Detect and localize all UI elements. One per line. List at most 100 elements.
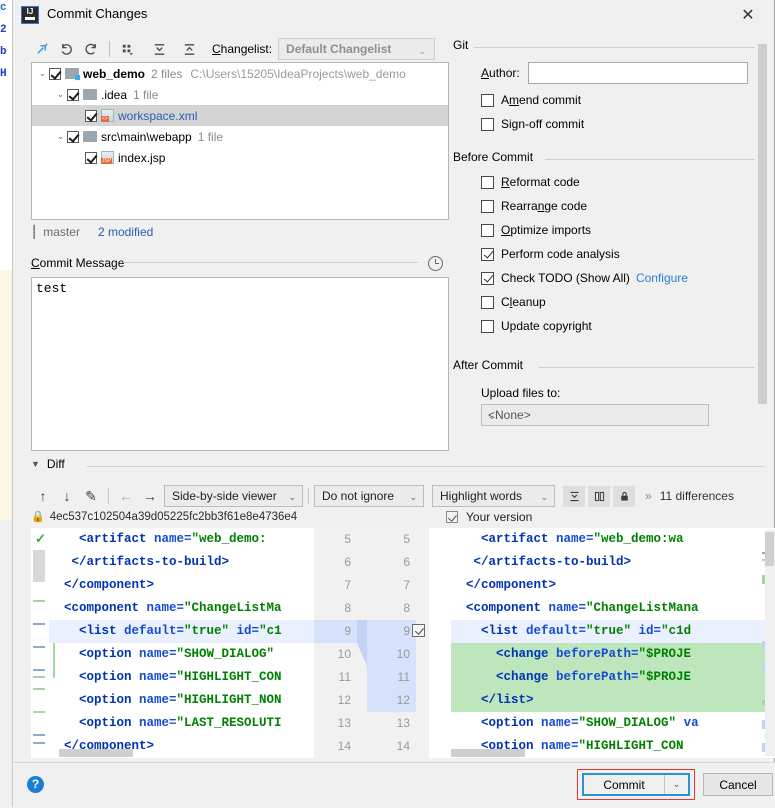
edit-source-icon[interactable]: ✎	[79, 485, 103, 507]
checkbox[interactable]	[67, 88, 79, 101]
close-icon[interactable]: ✕	[734, 3, 762, 29]
arrow-left-icon[interactable]: ←	[114, 485, 138, 507]
perform-code-analysis-label: Perform code analysis	[501, 247, 620, 261]
diff-line: </component>	[451, 578, 557, 592]
rollback-icon[interactable]	[79, 38, 101, 60]
viewer-mode-dropdown[interactable]: Side-by-side viewer ⌄	[164, 485, 303, 507]
diff-connector-band	[357, 528, 367, 758]
chevron-down-icon[interactable]: ⌄	[54, 89, 67, 100]
tree-row-idea[interactable]: ⌄ .idea 1 file	[32, 84, 448, 105]
arrow-right-icon[interactable]: →	[138, 485, 162, 507]
jsp-file-icon: JSP	[101, 151, 114, 164]
changed-files-tree[interactable]: ⌄ web_demo 2 files C:\Users\15205\IdeaPr…	[31, 62, 449, 220]
expand-all-icon[interactable]	[148, 38, 170, 60]
diff-line: </artifacts-to-build>	[451, 555, 632, 569]
diff-viewer[interactable]: ✓ <artifact name="web_demo: </artifacts-…	[31, 528, 775, 758]
apply-change-checkbox[interactable]	[412, 624, 425, 637]
reformat-code-option[interactable]: Reformat code	[453, 170, 765, 194]
branch-status-bar: ⎮ master 2 modified	[31, 223, 153, 241]
bg-fragment: H	[0, 68, 7, 80]
checkbox[interactable]	[49, 67, 61, 80]
cleanup-option[interactable]: Cleanup	[453, 290, 765, 314]
commit-button[interactable]: Commit	[584, 775, 664, 794]
bg-fragment: c	[0, 2, 7, 14]
previous-difference-icon[interactable]: ↑	[31, 485, 55, 507]
chevron-down-icon[interactable]: ⌄	[664, 775, 688, 794]
perform-code-analysis-option[interactable]: Perform code analysis	[453, 242, 765, 266]
diff-line: <option name="LAST_RESOLUTI	[49, 716, 282, 730]
optimize-imports-option[interactable]: Optimize imports	[453, 218, 765, 242]
configure-link[interactable]: Configure	[636, 271, 688, 285]
before-commit-section-label: Before Commit	[453, 150, 540, 164]
ignore-mode-dropdown[interactable]: Do not ignore ⌄	[314, 485, 424, 507]
chevron-down-icon[interactable]: ⌄	[54, 131, 67, 142]
tree-row-web-demo[interactable]: ⌄ web_demo 2 files C:\Users\15205\IdeaPr…	[32, 63, 448, 84]
diff-vertical-scrollbar-thumb[interactable]	[765, 532, 774, 566]
cancel-button[interactable]: Cancel	[703, 773, 773, 796]
collapse-unchanged-icon[interactable]	[563, 485, 585, 507]
refresh-changes-icon[interactable]	[31, 38, 53, 60]
tree-row-workspace-xml[interactable]: <> workspace.xml	[32, 105, 448, 126]
checkbox[interactable]	[481, 117, 494, 131]
commit-message-input[interactable]: test	[31, 277, 449, 451]
commit-split-button[interactable]: Commit ⌄	[582, 773, 690, 796]
changelist-dropdown[interactable]: Default Changelist ⌄	[278, 38, 436, 60]
checkbox[interactable]	[481, 199, 494, 213]
synchronize-scroll-icon[interactable]	[588, 485, 610, 507]
sign-off-commit-option[interactable]: Sign-off commit	[453, 112, 765, 136]
diff-left-pane[interactable]: <artifact name="web_demo: </artifacts-to…	[31, 528, 332, 758]
before-commit-section-header: Before Commit	[453, 150, 765, 168]
group-by-icon[interactable]	[116, 38, 138, 60]
checkbox[interactable]	[85, 151, 97, 164]
diff-section-header[interactable]: ▼ Diff	[31, 457, 65, 471]
checkbox[interactable]	[481, 271, 494, 285]
tree-item-path: C:\Users\15205\IdeaProjects\web_demo	[190, 66, 406, 81]
diff-right-pane[interactable]: <artifact name="web_demo:wa </artifacts-…	[429, 528, 775, 758]
overflow-chevron-icon[interactable]: »	[645, 489, 652, 503]
update-copyright-option[interactable]: Update copyright	[453, 314, 765, 338]
checkbox[interactable]	[481, 319, 494, 333]
checkbox[interactable]	[481, 223, 494, 237]
amend-commit-option[interactable]: Amend commit	[453, 88, 765, 112]
author-field[interactable]	[527, 62, 748, 84]
upload-target-dropdown[interactable]: <None> ⌄	[481, 404, 709, 426]
revert-icon[interactable]	[55, 38, 77, 60]
chevron-down-icon: ⌄	[540, 492, 548, 502]
diff-line: <list default="true" id="c1d	[451, 620, 775, 643]
changelist-label: Changelist:	[212, 42, 273, 56]
diff-line: <change beforePath="$PROJE	[451, 643, 775, 666]
right-horizontal-scrollbar[interactable]	[451, 749, 525, 757]
tree-item-label: workspace.xml	[118, 108, 198, 123]
git-section-label: Git	[453, 38, 475, 52]
highlight-mode-value: Highlight words	[440, 489, 523, 503]
check-todo-option[interactable]: Check TODO (Show All) Configure	[453, 266, 765, 290]
clock-history-icon[interactable]	[428, 256, 443, 271]
collapse-all-icon[interactable]	[178, 38, 200, 60]
changelist-value: Default Changelist	[286, 42, 392, 56]
left-horizontal-scrollbar[interactable]	[59, 749, 133, 757]
checkbox[interactable]	[481, 247, 494, 261]
tree-row-src-main-webapp[interactable]: ⌄ src\main\webapp 1 file	[32, 126, 448, 147]
section-divider	[123, 262, 418, 263]
your-version-row[interactable]: Your version	[446, 510, 532, 524]
checkbox[interactable]	[85, 109, 97, 122]
tree-row-index-jsp[interactable]: JSP index.jsp	[32, 147, 448, 168]
read-only-lock-icon[interactable]	[613, 485, 635, 507]
rearrange-code-option[interactable]: Rearrange code	[453, 194, 765, 218]
checkbox[interactable]	[446, 511, 458, 523]
checkbox[interactable]	[67, 130, 79, 143]
options-scrollbar-thumb[interactable]	[758, 44, 767, 404]
next-difference-icon[interactable]: ↓	[55, 485, 79, 507]
chevron-down-icon[interactable]: ▼	[31, 459, 40, 469]
modified-count[interactable]: 2 modified	[98, 225, 153, 239]
chevron-down-icon[interactable]: ⌄	[36, 68, 49, 79]
line-number: 5	[344, 532, 351, 546]
diff-line: </artifacts-to-build>	[49, 555, 230, 569]
highlight-mode-dropdown[interactable]: Highlight words ⌄	[432, 485, 555, 507]
check-todo-label: Check TODO (Show All)	[501, 271, 630, 285]
checkbox[interactable]	[481, 93, 494, 107]
checkbox[interactable]	[481, 295, 494, 309]
line-number: 11	[338, 670, 351, 684]
checkbox[interactable]	[481, 175, 494, 189]
help-icon[interactable]: ?	[27, 776, 44, 793]
